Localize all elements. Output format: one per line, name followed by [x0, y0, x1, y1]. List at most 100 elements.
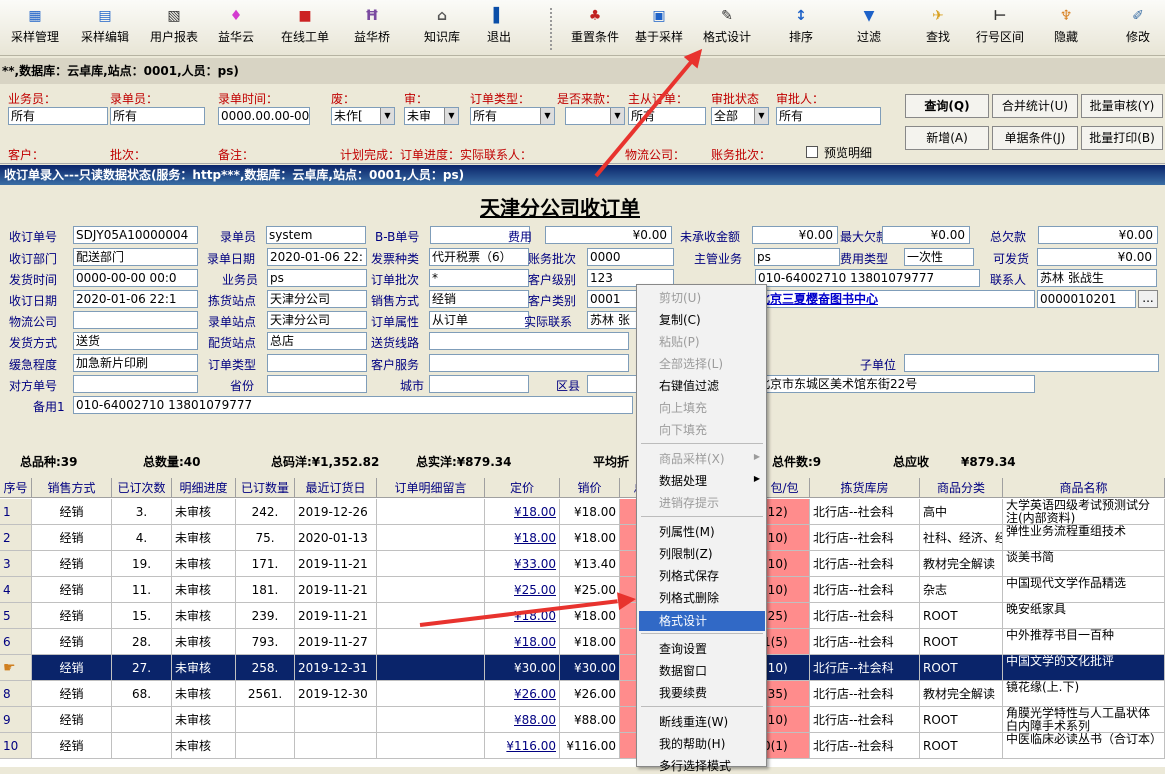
grid-cell[interactable]: 未审核 — [172, 655, 236, 681]
query-order-type-select[interactable]: 所有 ▼ — [470, 107, 555, 125]
form-value-9[interactable]: 2020-01-06 22: — [267, 248, 367, 266]
chevron-down-icon[interactable]: ▼ — [540, 108, 554, 124]
form-value-6[interactable]: ¥0.00 — [882, 226, 970, 244]
grid-cell[interactable]: 4. — [112, 525, 172, 551]
form-value-38[interactable] — [73, 375, 198, 393]
preview-detail-checkbox[interactable] — [806, 146, 818, 158]
grid-cell[interactable] — [236, 707, 295, 733]
grid-cell[interactable]: 2019-12-31 — [295, 655, 377, 681]
toolbar-button-3[interactable]: ▧ 用户报表 — [140, 2, 208, 54]
grid-cell[interactable]: 北行店--社会科 — [810, 655, 920, 681]
grid-cell[interactable] — [377, 629, 485, 655]
grid-cell[interactable]: ROOT — [920, 655, 1003, 681]
grid-cell[interactable]: 北行店--社会科 — [810, 525, 920, 551]
grid-cell[interactable]: ¥33.00 — [485, 551, 560, 577]
grid-cell[interactable]: ¥116.00 — [560, 733, 620, 759]
context-menu-item-15[interactable]: 格式设计 — [639, 611, 765, 631]
form-value-35[interactable] — [267, 354, 367, 372]
grid-cell[interactable]: 经销 — [32, 733, 112, 759]
grid-cell[interactable]: (25) — [760, 603, 810, 629]
grid-header-3[interactable]: 已订次数 — [112, 478, 172, 498]
grid-cell[interactable]: 教材完全解读 — [920, 681, 1003, 707]
grid-cell[interactable]: 经销 — [32, 499, 112, 525]
grid-cell[interactable]: 0(1) — [760, 733, 810, 759]
context-menu-item-14[interactable]: 列格式删除 — [659, 589, 719, 606]
grid-cell[interactable]: 258. — [236, 655, 295, 681]
grid-cell[interactable]: 经销 — [32, 525, 112, 551]
form-value-5[interactable]: ¥0.00 — [752, 226, 838, 244]
grid-cell[interactable]: 中国文学的文化批评 — [1003, 655, 1165, 681]
form-value-28[interactable]: 天津分公司 — [267, 311, 367, 329]
grid-cell[interactable]: 镜花缘(上.下) — [1003, 681, 1165, 707]
chevron-down-icon[interactable]: ▼ — [380, 108, 394, 124]
grid-cell[interactable]: 2019-11-21 — [295, 551, 377, 577]
grid-cell[interactable]: 经销 — [32, 629, 112, 655]
query-button-1[interactable]: 查询(Q) — [905, 94, 989, 118]
query-button-3[interactable]: 批量审核(Y) — [1081, 94, 1163, 118]
grid-cell[interactable] — [377, 551, 485, 577]
form-value-15[interactable]: 0000-00-00 00:0 — [73, 269, 198, 287]
grid-cell[interactable]: 2019-11-27 — [295, 629, 377, 655]
toolbar-button-13[interactable]: ▼ 过滤 — [843, 2, 895, 54]
grid-cell[interactable]: 北行店--社会科 — [810, 733, 920, 759]
grid-cell[interactable]: 未审核 — [172, 733, 236, 759]
grid-cell[interactable]: 75. — [236, 525, 295, 551]
form-value-37[interactable] — [904, 354, 1159, 372]
form-value-14[interactable]: ¥0.00 — [1037, 248, 1157, 266]
grid-cell[interactable]: 大学英语四级考试预测试分注(内部资料) — [1003, 499, 1165, 525]
grid-cell[interactable]: 未审核 — [172, 499, 236, 525]
grid-cell[interactable]: ¥30.00 — [485, 655, 560, 681]
grid-cell[interactable]: 2561. — [236, 681, 295, 707]
grid-header-14[interactable]: 商品名称 — [1003, 478, 1165, 498]
form-value-4[interactable]: ¥0.00 — [545, 226, 672, 244]
form-value-2[interactable]: system — [266, 226, 366, 244]
grid-cell[interactable] — [236, 733, 295, 759]
form-value-21[interactable]: 2020-01-06 22:1 — [73, 290, 198, 308]
grid-cell[interactable] — [112, 733, 172, 759]
form-value-40[interactable] — [429, 375, 529, 393]
grid-header-11[interactable]: 包/包 — [760, 478, 810, 498]
grid-cell[interactable]: 经销 — [32, 707, 112, 733]
grid-cell[interactable]: 19. — [112, 551, 172, 577]
grid-cell[interactable]: (10) — [760, 655, 810, 681]
query-salesman-input[interactable]: 所有 — [8, 107, 108, 125]
grid-cell[interactable]: ¥18.00 — [485, 629, 560, 655]
context-menu-item-20[interactable]: 我的帮助(H) — [659, 735, 725, 752]
toolbar-button-17[interactable]: ✐ 修改 — [1112, 2, 1164, 54]
grid-cell[interactable]: 171. — [236, 551, 295, 577]
grid-cell[interactable] — [377, 525, 485, 551]
grid-cell[interactable]: (12) — [760, 499, 810, 525]
query-audit-select[interactable]: 未审 ▼ — [404, 107, 459, 125]
grid-header-8[interactable]: 定价 — [485, 478, 560, 498]
form-value-13[interactable]: 一次性 — [904, 248, 974, 266]
grid-cell[interactable]: (10) — [760, 577, 810, 603]
grid-cell[interactable]: ROOT — [920, 629, 1003, 655]
grid-cell[interactable]: 中医临床必读丛书（合订本） — [1003, 733, 1165, 759]
context-menu-item-12[interactable]: 列限制(Z) — [659, 545, 713, 562]
grid-cell[interactable]: ¥18.00 — [485, 499, 560, 525]
context-menu-item-16[interactable]: 查询设置 — [659, 640, 707, 657]
grid-cell[interactable]: 1(5) — [760, 629, 810, 655]
grid-cell[interactable] — [112, 707, 172, 733]
form-value-33[interactable] — [429, 332, 629, 350]
grid-cell[interactable]: 15. — [112, 603, 172, 629]
grid-cell[interactable]: 2019-12-26 — [295, 499, 377, 525]
grid-cell[interactable]: 68. — [112, 681, 172, 707]
grid-cell[interactable]: 181. — [236, 577, 295, 603]
context-menu-item-17[interactable]: 数据窗口 — [659, 662, 707, 679]
context-menu-item-2[interactable]: 复制(C) — [659, 311, 701, 328]
grid-cell[interactable]: ROOT — [920, 603, 1003, 629]
chevron-down-icon[interactable]: ▼ — [754, 108, 768, 124]
grid-cell[interactable] — [377, 499, 485, 525]
form-value-8[interactable]: 配送部门 — [73, 248, 198, 266]
query-button-2[interactable]: 合并统计(U) — [992, 94, 1078, 118]
form-value-31[interactable]: 送货 — [73, 332, 198, 350]
context-menu-item-11[interactable]: 列属性(M) — [659, 523, 715, 540]
context-menu-item-9[interactable]: 数据处理 — [659, 472, 707, 489]
grid-cell[interactable] — [377, 655, 485, 681]
query-void-select[interactable]: 未作[▼ — [331, 107, 395, 125]
grid-cell[interactable]: 教材完全解读 — [920, 551, 1003, 577]
grid-cell[interactable] — [377, 733, 485, 759]
chevron-down-icon[interactable]: ▼ — [444, 108, 458, 124]
grid-header-6[interactable]: 最近订货日 — [295, 478, 377, 498]
